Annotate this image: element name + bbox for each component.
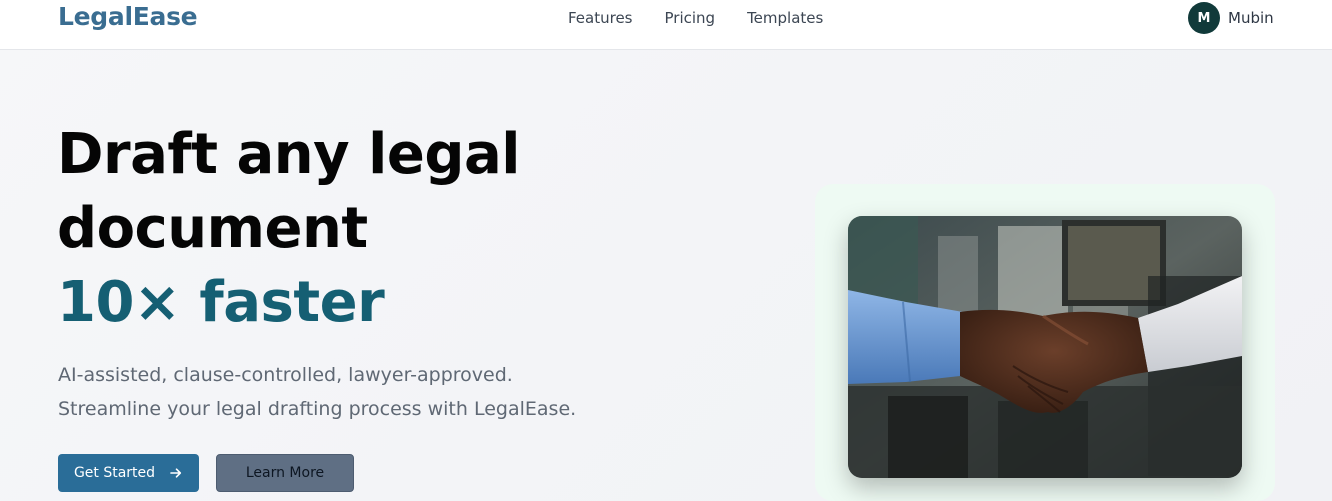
hero-subtitle: AI-assisted, clause-controlled, lawyer-a… — [58, 358, 576, 426]
nav-link-pricing[interactable]: Pricing — [665, 9, 716, 27]
handshake-photo — [848, 216, 1242, 478]
get-started-button[interactable]: Get Started — [58, 454, 199, 492]
nav-link-templates[interactable]: Templates — [747, 9, 823, 27]
user-menu[interactable]: M Mubin — [1188, 2, 1274, 34]
user-name[interactable]: Mubin — [1228, 9, 1274, 27]
nav-link-features[interactable]: Features — [568, 9, 633, 27]
avatar[interactable]: M — [1188, 2, 1220, 34]
hero-title: Draft any legal document 10× faster — [57, 118, 520, 340]
hero-title-line-2: document — [57, 196, 368, 261]
arrow-right-icon — [169, 466, 183, 480]
brand-logo[interactable]: LegalEase — [58, 2, 198, 31]
hero-title-line-1: Draft any legal — [57, 122, 520, 187]
get-started-label: Get Started — [73, 465, 156, 481]
main-nav: Features Pricing Templates — [568, 9, 823, 27]
hero-subtitle-line-2: Streamline your legal drafting process w… — [58, 398, 577, 420]
learn-more-label: Learn More — [245, 465, 325, 481]
top-navbar: LegalEase Features Pricing Templates M M… — [0, 0, 1332, 50]
hero-subtitle-line-1: AI-assisted, clause-controlled, lawyer-a… — [58, 364, 513, 386]
hero-title-accent: 10× faster — [57, 270, 385, 335]
learn-more-button[interactable]: Learn More — [216, 454, 354, 492]
